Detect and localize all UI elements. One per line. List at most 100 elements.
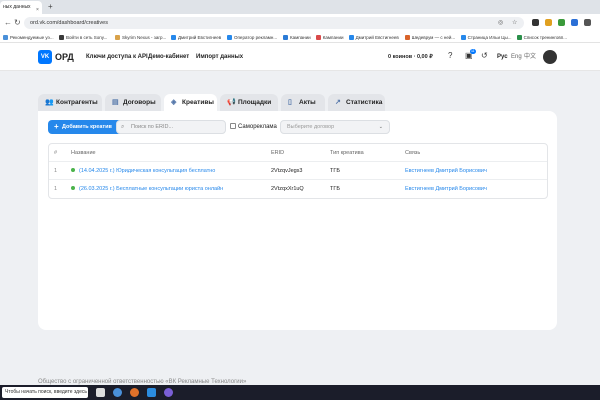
os-taskbar: Чтобы начать поиск, введите здесь запрос	[0, 385, 600, 400]
nav-demo-cabinet[interactable]: Демо-кабинет	[148, 52, 189, 62]
search-icon: ⌕	[121, 124, 125, 130]
contract-select[interactable]: Выберите договор ⌄	[280, 120, 390, 134]
help-icon[interactable]: ?	[448, 50, 452, 62]
erid-value: 2VtzqxXr1uQ	[271, 186, 304, 192]
creative-name-link[interactable]: (26.03.2025 г.) Бесплатные консультации …	[71, 180, 267, 198]
bookmark-icon	[315, 35, 321, 40]
bookmark-label: Дмитрий Евстигнеев	[178, 35, 222, 40]
search-placeholder: Поиск по ERID...	[131, 124, 174, 130]
megaphone-icon: 📢	[227, 99, 236, 106]
table-row[interactable]: 1 (26.03.2025 г.) Бесплатные консультации…	[49, 180, 547, 198]
tab-label: Акты	[299, 99, 316, 106]
bookmark-item[interactable]: Кампании	[283, 32, 311, 43]
app-icon[interactable]	[164, 388, 173, 397]
taskbar-search-input[interactable]: Чтобы начать поиск, введите здесь запрос	[2, 387, 88, 398]
tab-label: Статистика	[346, 99, 383, 106]
erid-search-input[interactable]: ⌕ Поиск по ERID...	[116, 120, 226, 134]
bookmark-icon	[460, 35, 466, 40]
app-icon[interactable]	[147, 388, 156, 397]
contract-placeholder: Выберите договор	[287, 124, 335, 130]
bookmark-icon	[404, 35, 410, 40]
extension-icon[interactable]	[584, 19, 591, 26]
column-header: Связь	[405, 150, 421, 156]
bookmark-item[interactable]: Дмитрий Евстигнеев	[171, 32, 221, 43]
task-view-icon[interactable]	[96, 388, 105, 397]
history-icon[interactable]: ↺	[481, 50, 488, 62]
eye-off-icon[interactable]: ◎	[498, 17, 503, 29]
lang-cn[interactable]: 中文	[524, 52, 536, 62]
avatar[interactable]	[543, 50, 557, 64]
bookmark-item[interactable]: Дмитрий Евстигнеев	[348, 32, 399, 43]
bookmark-item[interactable]: Skyrim Nexus - загр...	[115, 32, 166, 43]
checkbox-icon[interactable]	[230, 123, 236, 129]
tab-megaphone[interactable]: 📢 Площадки	[220, 94, 278, 112]
column-header: ERID	[271, 150, 285, 156]
back-icon[interactable]: ←	[4, 18, 12, 28]
reload-icon[interactable]: ↻	[14, 18, 21, 28]
creative-name: (14.04.2025 г.) Юридическая консультация…	[79, 168, 216, 174]
self-ad-checkbox[interactable]: Самореклама	[230, 123, 277, 131]
app-header: VK ОРД Ключи доступа к API Демо-кабинет …	[0, 43, 600, 71]
status-dot-icon	[71, 168, 75, 172]
tab-stats[interactable]: ↗ Статистика	[328, 94, 385, 112]
stats-icon: ↗	[335, 99, 341, 106]
bookmark-icon	[227, 35, 232, 40]
creatives-table: # Название ERID Тип креатива Связь 1 (14.…	[48, 143, 548, 199]
bookmark-label: Рекомендуемые уэ...	[10, 35, 54, 40]
bookmark-item[interactable]: Войти в сеть Sony...	[59, 32, 107, 43]
nav-import-data[interactable]: Импорт данных	[196, 52, 243, 62]
lang-ru[interactable]: Рус	[497, 52, 508, 62]
bookmark-icon	[3, 35, 8, 40]
extension-icon[interactable]	[571, 19, 578, 26]
coins-balance[interactable]: 0 коинов · 0,00 ₽	[388, 52, 433, 62]
self-ad-label: Самореклама	[238, 124, 277, 130]
url-bar[interactable]: ord.vk.com/dashboard/creatives ◎ ☆	[24, 17, 524, 29]
bookmark-item[interactable]: Кампании	[315, 32, 344, 43]
bookmark-icon	[348, 35, 354, 40]
bookmarks-bar: Рекомендуемые уэ... Войти в сеть Sony... S…	[0, 32, 600, 43]
bookmark-label: Оператор рекламн...	[234, 35, 278, 40]
column-header: Тип креатива	[330, 150, 364, 156]
browser-tab-title: ных данных	[3, 4, 31, 10]
tab-document[interactable]: ▤ Договоры	[105, 94, 161, 112]
bookmark-icon	[516, 35, 522, 40]
bookmark-item[interactable]: Страница Ильи Цы...	[460, 32, 512, 43]
bookmark-item[interactable]: Шедеврум — с ней...	[404, 32, 455, 43]
new-tab-button[interactable]: +	[48, 1, 53, 13]
extension-icon[interactable]	[545, 19, 552, 26]
tab-users[interactable]: 👥 Контрагенты	[38, 94, 102, 112]
nav-api-keys[interactable]: Ключи доступа к API	[86, 52, 148, 62]
row-number: 1	[54, 168, 58, 174]
bookmark-label: Кампании	[290, 35, 311, 40]
extension-icon[interactable]	[558, 19, 565, 26]
bookmark-icon	[115, 35, 120, 40]
tab-creative[interactable]: ◈ Креативы	[164, 94, 217, 112]
browser-tab[interactable]: ных данных ×	[0, 1, 42, 14]
close-tab-icon[interactable]: ×	[36, 4, 39, 14]
star-icon[interactable]: ☆	[512, 17, 517, 29]
table-row[interactable]: 1 (14.04.2025 г.) Юридическая консультаци…	[49, 162, 547, 180]
bookmark-icon	[59, 35, 64, 40]
bookmark-item[interactable]: Список тренинговп...	[516, 32, 567, 43]
chrome-icon[interactable]	[113, 388, 122, 397]
creative-name-link[interactable]: (14.04.2025 г.) Юридическая консультация…	[71, 162, 267, 180]
tab-label: Площадки	[238, 99, 272, 106]
extension-icon[interactable]	[532, 19, 539, 26]
tab-label: Контрагенты	[56, 99, 98, 106]
logo-text: ОРД	[55, 52, 74, 62]
lang-en[interactable]: Eng	[511, 52, 522, 62]
firefox-icon[interactable]	[130, 388, 139, 397]
bookmark-icon	[283, 35, 288, 40]
notification-badge: 11	[470, 49, 476, 54]
chevron-down-icon: ⌄	[378, 124, 383, 130]
document-icon: ▤	[112, 99, 119, 106]
bookmark-label: Кампании	[322, 35, 344, 40]
link-contractor[interactable]: Евстигнеев Дмитрий Борисович	[405, 162, 545, 180]
bookmark-item[interactable]: Рекомендуемые уэ...	[3, 32, 54, 43]
column-header: #	[54, 150, 58, 156]
address-bar-row: ← ↻ ord.vk.com/dashboard/creatives ◎ ☆	[0, 14, 600, 32]
tab-file[interactable]: ▯ Акты	[281, 94, 325, 112]
url-text: ord.vk.com/dashboard/creatives	[30, 20, 108, 26]
bookmark-item[interactable]: Оператор рекламн...	[227, 32, 277, 43]
link-contractor[interactable]: Евстигнеев Дмитрий Борисович	[405, 180, 545, 198]
